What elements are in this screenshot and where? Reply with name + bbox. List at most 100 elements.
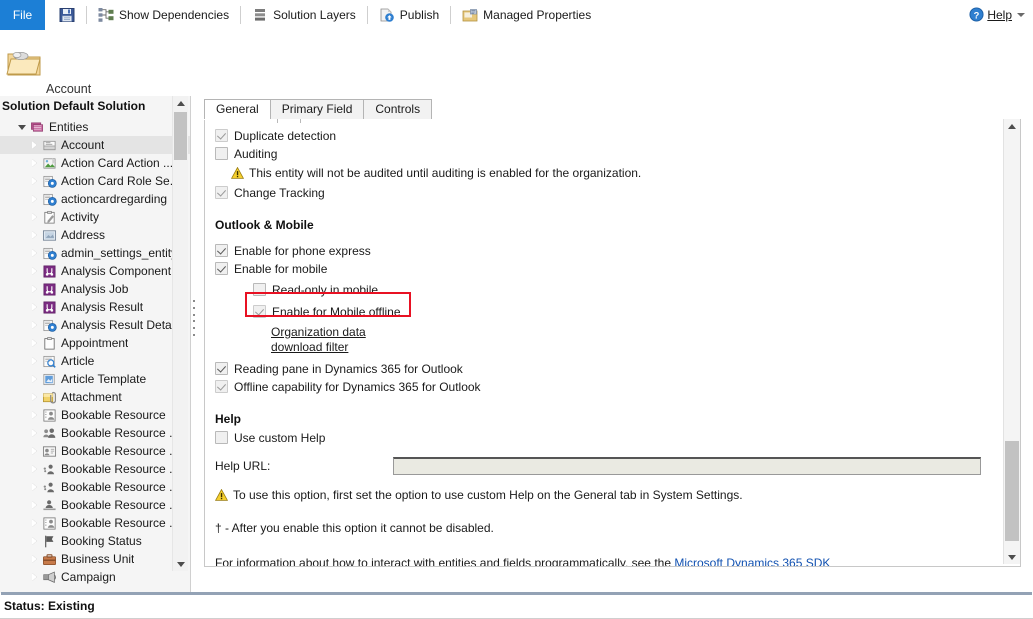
help-url-input[interactable] bbox=[393, 457, 981, 475]
save-button[interactable] bbox=[45, 3, 84, 27]
checkbox-use-custom-help[interactable] bbox=[215, 431, 228, 444]
option-offline-capability-outlook[interactable]: Offline capability for Dynamics 365 for … bbox=[205, 378, 1000, 396]
organization-data-filter-link-line2[interactable]: download filter bbox=[271, 340, 1000, 355]
tab-general[interactable]: General bbox=[204, 99, 271, 119]
entity-gear-icon bbox=[42, 246, 57, 261]
option-enable-for-mobile[interactable]: Enable for mobile bbox=[205, 260, 1000, 278]
tree-node-entity[interactable]: Bookable Resource ... bbox=[0, 442, 190, 460]
scroll-down-button[interactable] bbox=[173, 557, 188, 571]
show-dependencies-button[interactable]: Show Dependencies bbox=[89, 3, 238, 27]
entity-address-icon bbox=[42, 228, 57, 243]
help-menu-button[interactable]: ? Help bbox=[969, 7, 1025, 22]
solution-layers-button[interactable]: Solution Layers bbox=[243, 3, 365, 27]
checkbox-offline-capability-outlook[interactable] bbox=[215, 380, 228, 393]
chevron-right-icon[interactable] bbox=[30, 266, 40, 276]
tree-node-entity[interactable]: Analysis Job bbox=[0, 280, 190, 298]
chevron-right-icon[interactable] bbox=[30, 392, 40, 402]
tab-controls[interactable]: Controls bbox=[363, 99, 432, 119]
option-auditing[interactable]: Auditing bbox=[205, 145, 1000, 163]
option-duplicate-detection[interactable]: Duplicate detection bbox=[205, 127, 1000, 145]
tree-node-entity[interactable]: Analysis Result bbox=[0, 298, 190, 316]
checkbox-change-tracking[interactable] bbox=[215, 186, 228, 199]
chevron-right-icon[interactable] bbox=[30, 518, 40, 528]
chevron-right-icon[interactable] bbox=[30, 374, 40, 384]
tree-node-entity[interactable]: Bookable Resource ... bbox=[0, 478, 190, 496]
checkbox-duplicate-detection[interactable] bbox=[215, 129, 228, 142]
chevron-right-icon[interactable] bbox=[30, 338, 40, 348]
option-enable-phone-express[interactable]: Enable for phone express bbox=[205, 242, 1000, 260]
chevron-right-icon[interactable] bbox=[30, 410, 40, 420]
tree-node-entity[interactable]: Booking Status bbox=[0, 532, 190, 550]
file-menu-button[interactable]: File bbox=[0, 0, 45, 30]
tree-node-label: Analysis Component bbox=[61, 264, 171, 278]
tree-node-entity[interactable]: Attachment bbox=[0, 388, 190, 406]
chevron-right-icon[interactable] bbox=[30, 302, 40, 312]
option-change-tracking[interactable]: Change Tracking bbox=[205, 184, 1000, 202]
checkbox-reading-pane-outlook[interactable] bbox=[215, 362, 228, 375]
chevron-right-icon[interactable] bbox=[30, 428, 40, 438]
tree-node-entity[interactable]: Bookable Resource bbox=[0, 406, 190, 424]
checkbox-enable-for-mobile[interactable] bbox=[215, 262, 228, 275]
tree-node-entity[interactable]: Analysis Result Detail bbox=[0, 316, 190, 334]
tree-node-entity[interactable]: Appointment bbox=[0, 334, 190, 352]
tree-node-entity[interactable]: Action Card Role Se... bbox=[0, 172, 190, 190]
option-reading-pane-outlook[interactable]: Reading pane in Dynamics 365 for Outlook bbox=[205, 360, 1000, 378]
publish-button[interactable]: Publish bbox=[370, 3, 448, 27]
chevron-right-icon[interactable] bbox=[30, 536, 40, 546]
chevron-right-icon[interactable] bbox=[30, 194, 40, 204]
option-read-only-in-mobile[interactable]: Read-only in mobile bbox=[205, 281, 1000, 299]
chevron-right-icon[interactable] bbox=[30, 446, 40, 456]
tree-node-entity[interactable]: Article bbox=[0, 352, 190, 370]
sidebar-scrollbar[interactable] bbox=[172, 96, 188, 571]
checkbox-enable-phone-express[interactable] bbox=[215, 244, 228, 257]
solution-explorer-pane: Solution Default Solution Entities Accou… bbox=[0, 96, 191, 593]
tree-node-entity[interactable]: Campaign bbox=[0, 568, 190, 586]
tree-node-entity[interactable]: Activity bbox=[0, 208, 190, 226]
chevron-right-icon[interactable] bbox=[30, 284, 40, 294]
chevron-right-icon[interactable] bbox=[30, 482, 40, 492]
scroll-up-button[interactable] bbox=[1004, 119, 1020, 133]
checkbox-read-only-in-mobile[interactable] bbox=[253, 283, 266, 296]
option-enable-mobile-offline[interactable]: Enable for Mobile offline bbox=[205, 303, 1000, 321]
tree-node-entity[interactable]: Business Unit bbox=[0, 550, 190, 568]
checkbox-enable-mobile-offline[interactable] bbox=[253, 305, 266, 318]
dynamics-sdk-link[interactable]: Microsoft Dynamics 365 SDK bbox=[674, 556, 830, 567]
tab-primary-field[interactable]: Primary Field bbox=[270, 99, 365, 119]
tree-node-entity[interactable]: Article Template bbox=[0, 370, 190, 388]
tree-node-entity[interactable]: Bookable Resource ... bbox=[0, 424, 190, 442]
chevron-down-icon[interactable] bbox=[18, 122, 28, 132]
pane-splitter-handle[interactable] bbox=[191, 300, 196, 336]
managed-properties-button[interactable]: Managed Properties bbox=[453, 3, 600, 27]
dependencies-icon bbox=[98, 7, 114, 23]
chevron-right-icon[interactable] bbox=[30, 500, 40, 510]
organization-data-filter-link-line1[interactable]: Organization data bbox=[271, 325, 1000, 340]
tree-node-entity[interactable]: admin_settings_entity bbox=[0, 244, 190, 262]
tree-node-entity[interactable]: Bookable Resource ... bbox=[0, 496, 190, 514]
sidebar-scrollbar-thumb[interactable] bbox=[174, 112, 187, 160]
chevron-right-icon[interactable] bbox=[30, 572, 40, 582]
chevron-right-icon[interactable] bbox=[30, 176, 40, 186]
chevron-right-icon[interactable] bbox=[30, 554, 40, 564]
chevron-right-icon[interactable] bbox=[30, 158, 40, 168]
tree-node-entity[interactable]: Analysis Component bbox=[0, 262, 190, 280]
option-use-custom-help[interactable]: Use custom Help bbox=[205, 429, 1000, 447]
tree-node-entity[interactable]: Address bbox=[0, 226, 190, 244]
chevron-right-icon[interactable] bbox=[30, 356, 40, 366]
form-scrollbar[interactable] bbox=[1003, 119, 1020, 564]
tree-node-entity[interactable]: actioncardregarding bbox=[0, 190, 190, 208]
tree-node-entity[interactable]: Action Card Action ... bbox=[0, 154, 190, 172]
tree-node-entity[interactable]: Bookable Resource ... bbox=[0, 460, 190, 478]
tree-node-entities[interactable]: Entities bbox=[0, 118, 190, 136]
chevron-right-icon[interactable] bbox=[30, 320, 40, 330]
chevron-right-icon[interactable] bbox=[30, 140, 40, 150]
scroll-down-button[interactable] bbox=[1004, 550, 1020, 564]
chevron-right-icon[interactable] bbox=[30, 248, 40, 258]
tree-node-entity[interactable]: Bookable Resource ... bbox=[0, 514, 190, 532]
chevron-right-icon[interactable] bbox=[30, 464, 40, 474]
checkbox-auditing[interactable] bbox=[215, 147, 228, 160]
scroll-up-button[interactable] bbox=[173, 96, 188, 110]
form-scrollbar-thumb[interactable] bbox=[1005, 441, 1019, 541]
chevron-right-icon[interactable] bbox=[30, 230, 40, 240]
chevron-right-icon[interactable] bbox=[30, 212, 40, 222]
tree-node-entity[interactable]: Account bbox=[0, 136, 190, 154]
